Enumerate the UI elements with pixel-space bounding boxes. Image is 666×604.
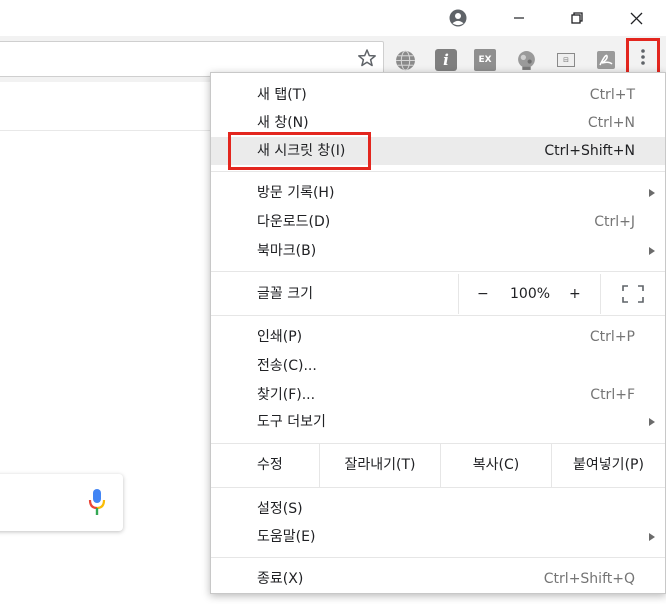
extension-info[interactable]: i [435, 49, 457, 71]
menu-separator [211, 171, 665, 172]
menu-item-label: 북마크(B) [257, 243, 317, 259]
submenu-arrow-icon [649, 418, 655, 426]
extension-globe[interactable] [394, 49, 416, 71]
menu-item-settings[interactable]: 설정(S) [211, 495, 665, 523]
menu-item-exit[interactable]: 종료(X) Ctrl+Shift+Q [211, 565, 665, 593]
network-icon [517, 50, 535, 70]
zoom-out-button[interactable]: − [477, 274, 489, 314]
globe-icon [395, 50, 415, 70]
menu-item-shortcut: Ctrl+Shift+Q [543, 571, 635, 587]
voice-search-button[interactable] [88, 488, 106, 520]
restore-icon [571, 12, 583, 24]
zoom-label: 글꼴 크기 [257, 286, 313, 302]
paste-button[interactable]: 붙여넣기(P) [552, 443, 665, 487]
menu-item-more-tools[interactable]: 도구 더보기 [211, 408, 665, 436]
menu-item-shortcut: Ctrl+F [590, 387, 635, 403]
page-header-strip [0, 82, 220, 131]
menu-item-label: 종료(X) [257, 571, 304, 587]
extension-pdf[interactable] [595, 49, 617, 71]
extension-card[interactable]: ⊟ [555, 49, 577, 71]
menu-item-history[interactable]: 방문 기록(H) [211, 179, 665, 207]
menu-item-find[interactable]: 찾기(F)... Ctrl+F [211, 381, 665, 409]
extension-ex[interactable]: EX [474, 49, 496, 71]
menu-item-label: 설정(S) [257, 501, 303, 517]
cut-button[interactable]: 잘라내기(T) [320, 443, 440, 487]
profile-icon [449, 9, 467, 27]
info-icon: i [443, 51, 449, 69]
submenu-arrow-icon [649, 533, 655, 541]
chrome-menu-button[interactable] [626, 38, 660, 76]
menu-item-shortcut: Ctrl+J [594, 214, 635, 230]
menu-item-help[interactable]: 도움말(E) [211, 523, 665, 551]
close-icon [630, 12, 642, 24]
menu-separator [211, 271, 665, 272]
submenu-arrow-icon [649, 189, 655, 197]
menu-item-label: 찾기(F)... [257, 387, 316, 403]
fullscreen-button[interactable] [622, 285, 644, 307]
menu-item-cast[interactable]: 전송(C)... [211, 352, 665, 380]
menu-separator [211, 315, 665, 316]
menu-edit-row: 수정 잘라내기(T) 복사(C) 붙여넣기(P) [211, 443, 665, 487]
menu-item-shortcut: Ctrl+T [589, 87, 635, 103]
more-vertical-icon [641, 49, 645, 65]
star-icon [358, 49, 376, 67]
menu-item-label: 도구 더보기 [257, 414, 326, 430]
menu-item-shortcut: Ctrl+Shift+N [544, 143, 635, 159]
title-bar [0, 0, 666, 36]
zoom-in-button[interactable]: + [569, 274, 581, 314]
minimize-icon [514, 17, 524, 19]
microphone-icon [88, 489, 106, 515]
card-icon: ⊟ [557, 53, 575, 67]
profile-button[interactable] [435, 0, 481, 36]
menu-item-label: 전송(C)... [257, 358, 317, 374]
extension-network[interactable] [515, 49, 537, 71]
menu-separator [211, 487, 665, 488]
menu-item-label: 인쇄(P) [257, 329, 303, 345]
pdf-icon [597, 51, 615, 69]
menu-item-new-tab[interactable]: 새 탭(T) Ctrl+T [211, 81, 665, 109]
minimize-button[interactable] [496, 0, 542, 36]
zoom-divider [458, 274, 459, 314]
menu-item-bookmarks[interactable]: 북마크(B) [211, 237, 665, 265]
menu-item-shortcut: Ctrl+P [589, 329, 635, 345]
menu-item-label: 도움말(E) [257, 529, 316, 545]
ex-icon: EX [478, 55, 492, 65]
menu-item-label: 새 탭(T) [257, 87, 307, 103]
edit-label: 수정 [257, 457, 283, 473]
zoom-divider [600, 274, 601, 314]
restore-button[interactable] [554, 0, 600, 36]
menu-item-downloads[interactable]: 다운로드(D) Ctrl+J [211, 208, 665, 236]
incognito-highlight-box [228, 132, 371, 170]
copy-button[interactable]: 복사(C) [441, 443, 551, 487]
zoom-value: 100% [510, 286, 551, 302]
menu-separator [211, 557, 665, 558]
menu-item-shortcut: Ctrl+N [587, 115, 635, 131]
menu-item-label: 다운로드(D) [257, 214, 331, 230]
menu-zoom-row: 글꼴 크기 − 100% + [211, 274, 665, 314]
bookmark-star-button[interactable] [357, 48, 377, 72]
menu-item-print[interactable]: 인쇄(P) Ctrl+P [211, 323, 665, 351]
menu-item-label: 방문 기록(H) [257, 185, 335, 201]
submenu-arrow-icon [649, 247, 655, 255]
fullscreen-icon [622, 285, 644, 303]
close-button[interactable] [613, 0, 659, 36]
